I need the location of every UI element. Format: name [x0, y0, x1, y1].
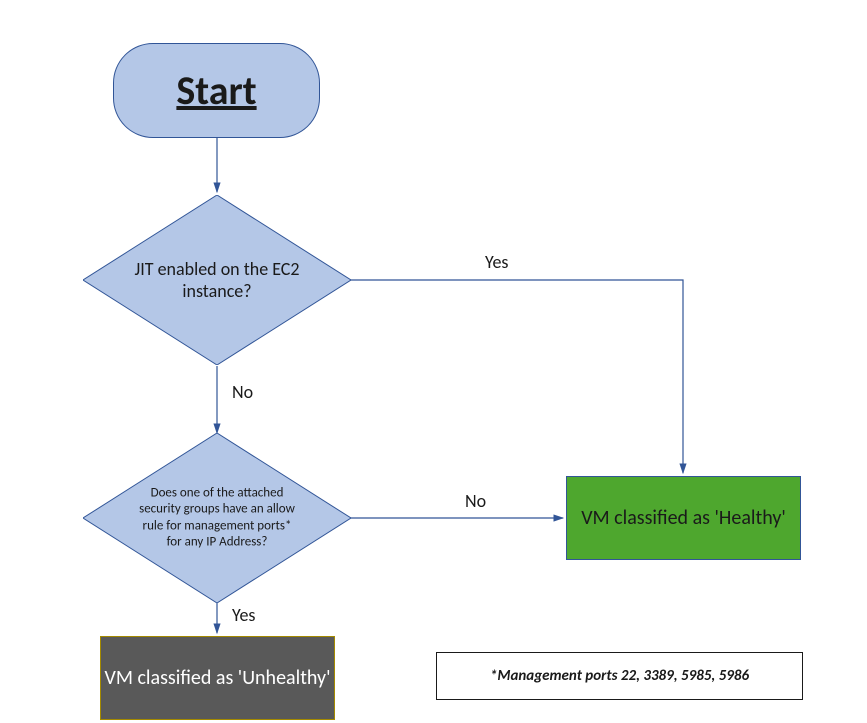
decision-jit-label: JIT enabled on the EC2 instance? [132, 258, 302, 302]
start-label: Start [176, 66, 256, 115]
terminal-healthy-label: VM classified as 'Healthy' [581, 506, 786, 530]
edge-label-d1-yes: Yes [485, 251, 508, 273]
decision-jit: JIT enabled on the EC2 instance? [83, 195, 351, 365]
footnote-text: *Management ports 22, 3389, 5985, 5986 [490, 667, 749, 685]
terminal-healthy: VM classified as 'Healthy' [566, 476, 801, 560]
decision-security-group: Does one of the attached security groups… [83, 433, 351, 603]
terminal-unhealthy-label: VM classified as 'Unhealthy' [104, 666, 330, 690]
terminal-unhealthy: VM classified as 'Unhealthy' [100, 636, 335, 720]
edge-label-d2-no: No [465, 490, 486, 512]
edge-label-d2-yes: Yes [232, 604, 255, 626]
footnote: *Management ports 22, 3389, 5985, 5986 [436, 652, 803, 700]
decision-security-group-label: Does one of the attached security groups… [137, 486, 297, 551]
start-node: Start [113, 43, 320, 138]
edge-label-d1-no: No [232, 381, 253, 403]
